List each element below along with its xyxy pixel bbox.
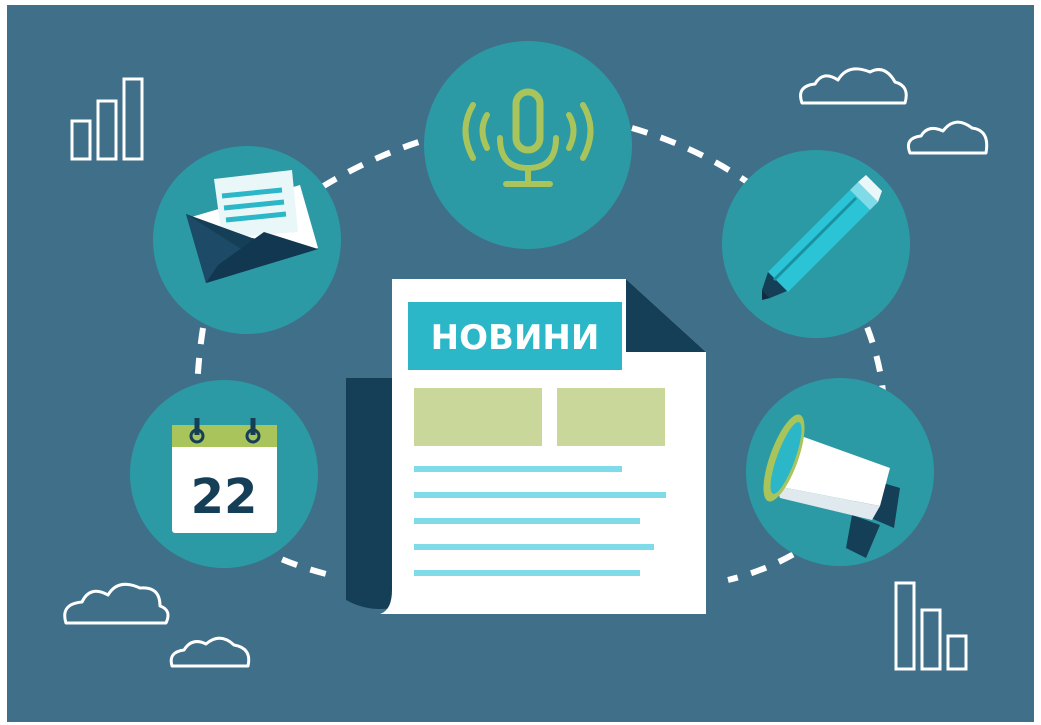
envelope-badge bbox=[153, 146, 341, 334]
text-line bbox=[414, 570, 640, 576]
text-line bbox=[414, 544, 654, 550]
text-line bbox=[414, 492, 666, 498]
text-line bbox=[414, 466, 622, 472]
microphone-badge bbox=[424, 41, 632, 249]
pencil-badge bbox=[722, 150, 910, 338]
article-image-block bbox=[557, 388, 665, 446]
headline-text: НОВИНИ bbox=[431, 318, 600, 358]
text-line bbox=[414, 518, 640, 524]
calendar-day: 22 bbox=[191, 469, 258, 525]
newspaper-icon: НОВИНИ bbox=[346, 279, 706, 614]
article-image-block bbox=[414, 388, 542, 446]
calendar-icon: 22 bbox=[172, 418, 277, 533]
news-illustration: 22 НОВИНИ bbox=[7, 5, 1034, 722]
megaphone-badge bbox=[746, 378, 934, 566]
calendar-badge: 22 bbox=[130, 380, 318, 568]
